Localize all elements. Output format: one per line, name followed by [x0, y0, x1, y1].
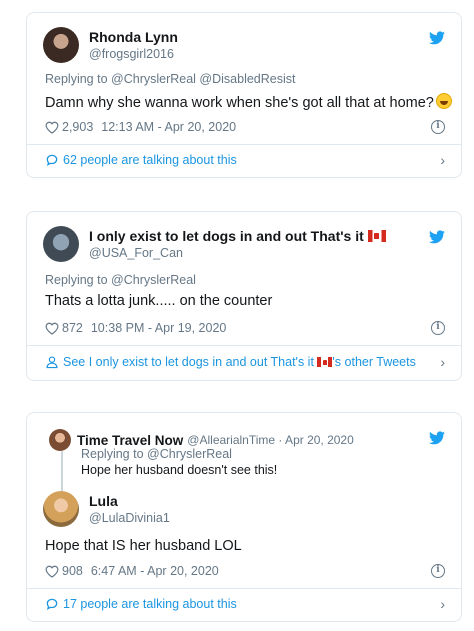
conversation-link[interactable]: 62 people are talking about this ›: [45, 152, 445, 168]
tweet-card[interactable]: Time Travel Now @AllearialnTime · Apr 20…: [26, 412, 462, 622]
conversation-link[interactable]: 17 people are talking about this ›: [45, 596, 445, 612]
replying-to: Replying to @ChryslerReal @DisabledResis…: [45, 72, 296, 86]
heart-icon[interactable]: [45, 322, 59, 335]
like-count[interactable]: 2,903: [62, 120, 93, 134]
chevron-right-icon: ›: [440, 596, 445, 612]
author-name[interactable]: Rhonda Lynn: [89, 29, 178, 46]
avatar[interactable]: [43, 226, 79, 262]
user-icon: [46, 356, 58, 369]
tweet-meta: 872 10:38 PM - Apr 19, 2020: [45, 321, 226, 335]
like-count[interactable]: 908: [62, 564, 83, 578]
author-handle[interactable]: @USA_For_Can: [89, 245, 386, 261]
divider: [27, 588, 461, 589]
tweet-card[interactable]: I only exist to let dogs in and out That…: [26, 211, 462, 381]
author-handle[interactable]: @frogsgirl2016: [89, 46, 178, 62]
tweet-meta: 2,903 12:13 AM - Apr 20, 2020: [45, 120, 236, 134]
timestamp[interactable]: 12:13 AM - Apr 20, 2020: [101, 120, 236, 134]
like-count[interactable]: 872: [62, 321, 83, 335]
twitter-bird-icon[interactable]: [429, 431, 445, 445]
chevron-right-icon: ›: [440, 152, 445, 168]
timestamp[interactable]: 6:47 AM - Apr 20, 2020: [91, 564, 219, 578]
author-name[interactable]: Time Travel Now: [77, 433, 183, 448]
avatar[interactable]: [43, 27, 79, 63]
info-icon[interactable]: i: [431, 564, 445, 578]
tweet-text: Hope that IS her husband LOL: [45, 538, 242, 554]
replying-to-handles[interactable]: @ChryslerReal: [111, 273, 196, 287]
canada-flag-icon: [317, 357, 333, 367]
replying-to-handles[interactable]: @ChryslerReal @DisabledResist: [111, 72, 295, 86]
speech-bubble-icon: [46, 598, 58, 610]
canada-flag-icon: [367, 229, 386, 242]
twitter-bird-icon[interactable]: [429, 230, 445, 244]
twitter-bird-icon[interactable]: [429, 31, 445, 45]
heart-icon[interactable]: [45, 565, 59, 578]
speech-bubble-icon: [46, 154, 58, 166]
author-name[interactable]: I only exist to let dogs in and out That…: [89, 228, 386, 245]
tweet-text: Thats a lotta junk..... on the counter: [45, 293, 273, 309]
timestamp[interactable]: 10:38 PM - Apr 19, 2020: [91, 321, 227, 335]
replying-to-handles[interactable]: @ChryslerReal: [147, 447, 232, 461]
tweet-meta: 908 6:47 AM - Apr 20, 2020: [45, 564, 219, 578]
other-tweets-link[interactable]: See I only exist to let dogs in and out …: [45, 354, 445, 370]
replying-to: Replying to @ChryslerReal: [81, 447, 232, 461]
author-handle[interactable]: @LulaDivinia1: [89, 510, 170, 526]
tweet-author[interactable]: Rhonda Lynn @frogsgirl2016: [43, 27, 178, 63]
chevron-right-icon: ›: [440, 354, 445, 370]
avatar[interactable]: [49, 429, 71, 451]
quoted-tweet-text: Hope her husband doesn't see this!: [81, 463, 278, 477]
author-handle[interactable]: @AllearialnTime · Apr 20, 2020: [187, 433, 353, 447]
author-name[interactable]: Lula: [89, 493, 170, 510]
tweet-author[interactable]: I only exist to let dogs in and out That…: [43, 226, 386, 262]
replying-to: Replying to @ChryslerReal: [45, 273, 196, 287]
info-icon[interactable]: i: [431, 321, 445, 335]
heart-icon[interactable]: [45, 121, 59, 134]
tweet-card[interactable]: Rhonda Lynn @frogsgirl2016 Replying to @…: [26, 12, 462, 178]
tweet-text: Damn why she wanna work when she's got a…: [45, 93, 452, 111]
rolling-on-floor-laughing-emoji-icon: [435, 93, 452, 109]
divider: [27, 345, 461, 346]
divider: [27, 144, 461, 145]
info-icon[interactable]: i: [431, 120, 445, 134]
avatar[interactable]: [43, 491, 79, 527]
tweet-author[interactable]: Lula @LulaDivinia1: [43, 491, 170, 527]
